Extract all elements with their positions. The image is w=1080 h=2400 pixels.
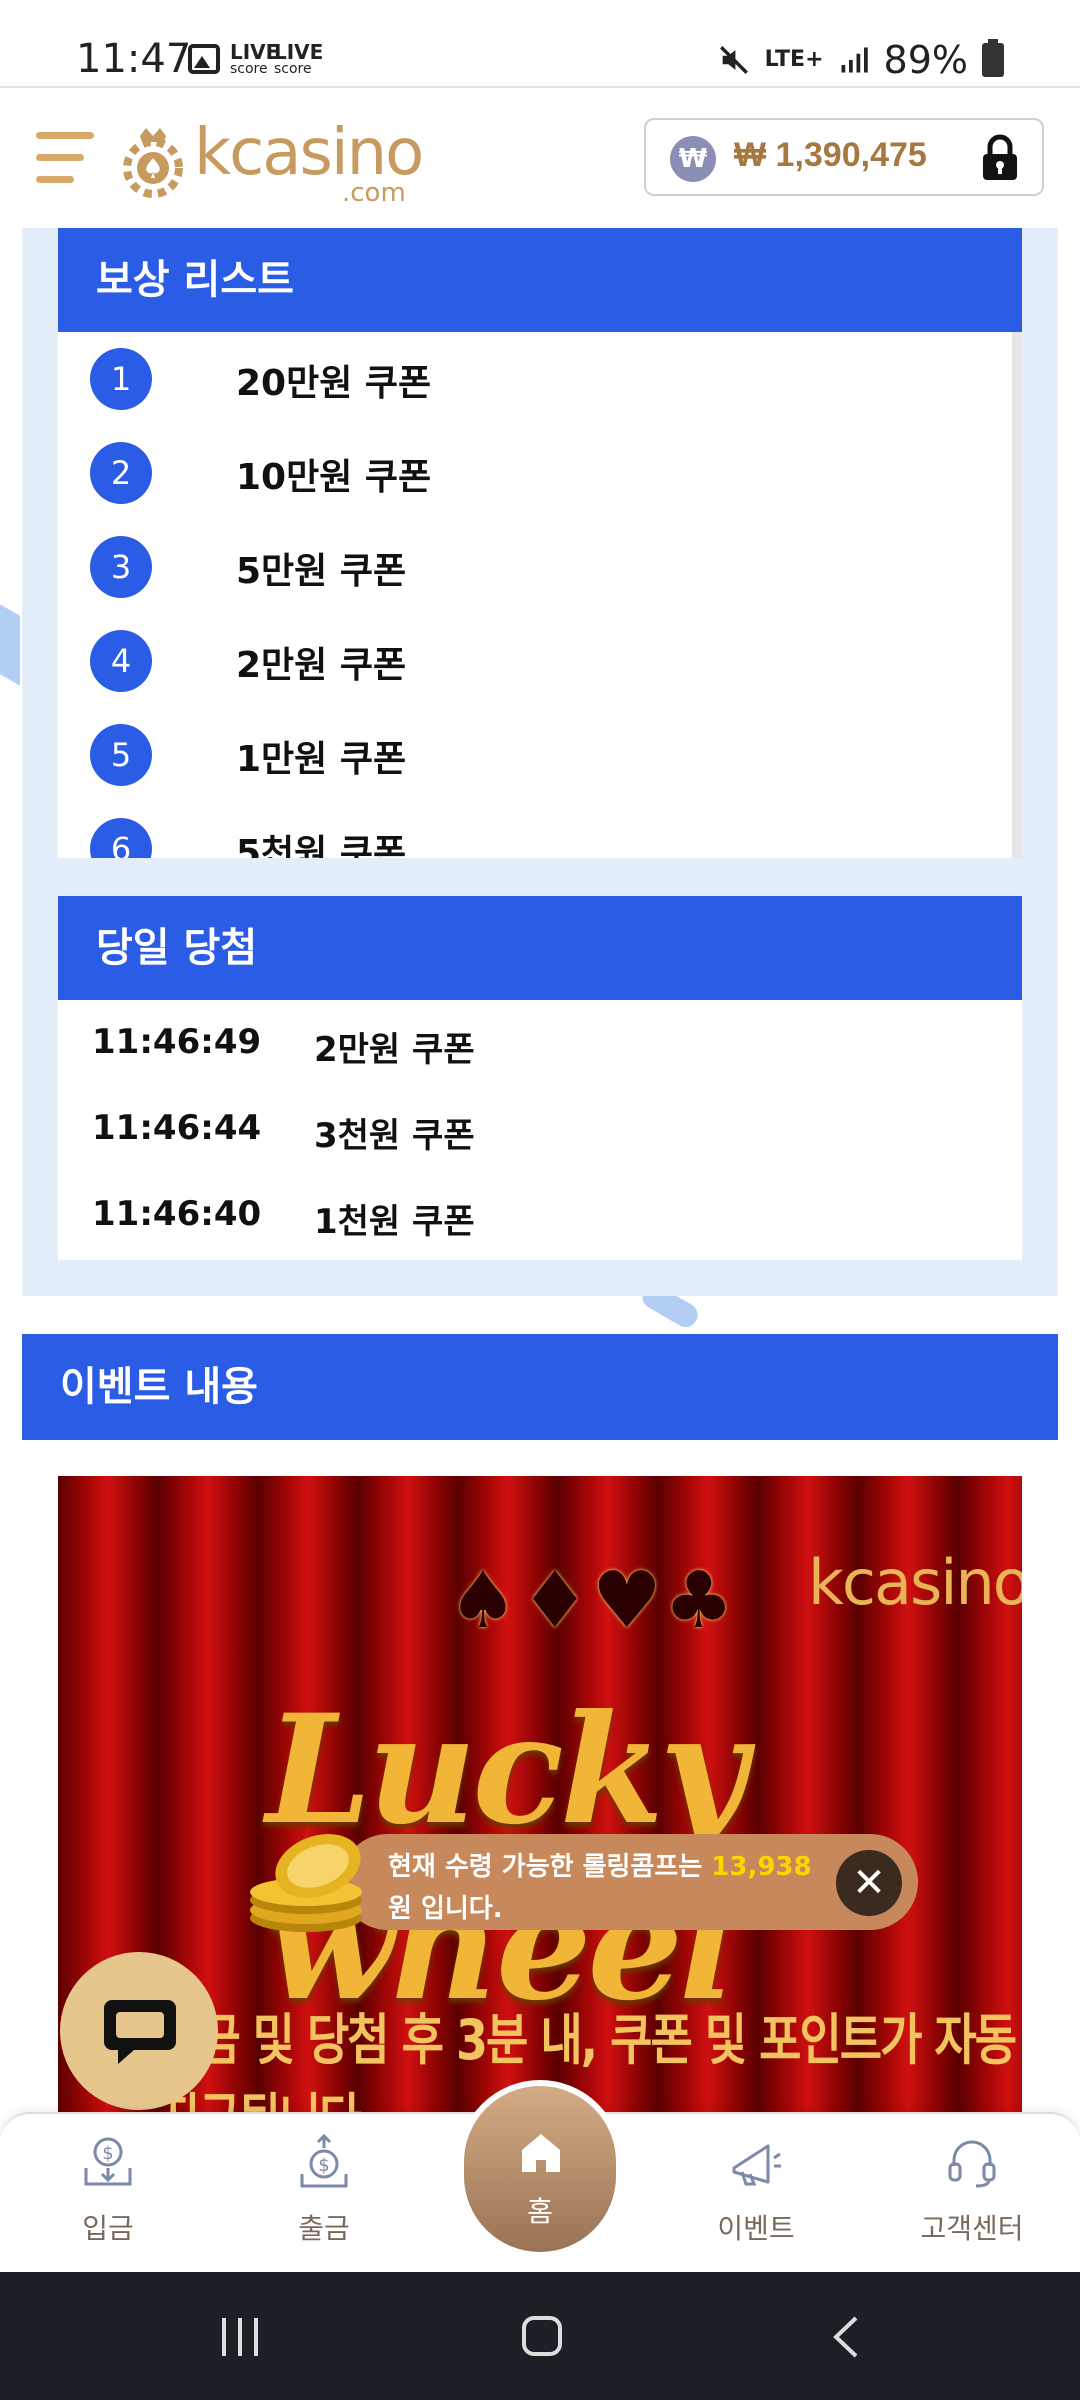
nav-event-label: 이벤트	[717, 2212, 795, 2245]
rolling-comp-toast: 현재 수령 가능한 롤링콤프는 13,938 원 입니다. ✕	[340, 1834, 918, 1930]
reward-rank: 1	[90, 348, 152, 410]
chat-bubble-icon	[104, 2000, 176, 2064]
reward-label: 20만원 쿠폰	[236, 363, 432, 404]
card-suits-icon: ♠♦♥♣	[448, 1556, 736, 1646]
livescore-bottom: score	[230, 61, 268, 77]
reward-list-title: 보상 리스트	[58, 228, 1022, 332]
reward-item: 5 1만원 쿠폰	[58, 708, 1012, 802]
winner-prize: 2만원 쿠폰	[314, 1030, 475, 1070]
reward-item: 3 5만원 쿠폰	[58, 520, 1012, 614]
nav-withdraw[interactable]: $ 출금	[254, 2133, 394, 2247]
livescore-notification-icon: LIVE score	[230, 42, 279, 76]
home-icon	[522, 2134, 560, 2172]
comp-message-line1: 현재 수령 가능한 롤링콤프는	[388, 1852, 703, 1882]
headset-icon	[948, 2140, 996, 2188]
reward-rank: 5	[90, 724, 152, 786]
decor-streak	[0, 604, 20, 686]
close-icon[interactable]: ✕	[836, 1850, 902, 1916]
gallery-notification-icon	[188, 44, 220, 74]
balance-display[interactable]: ₩ ₩ 1,390,475	[644, 118, 1044, 196]
battery-icon	[982, 39, 1004, 77]
reward-item: 1 20만원 쿠폰	[58, 332, 1012, 426]
winner-prize: 1천원 쿠폰	[314, 1202, 475, 1242]
status-bar: 11:47 LIVE score LIVE score LTE+ 89%	[0, 0, 1080, 88]
winner-time: 11:46:49	[92, 1022, 262, 1062]
event-section-title: 이벤트 내용	[22, 1334, 1058, 1440]
home-system-icon[interactable]	[520, 2314, 564, 2358]
winner-row: 11:46:49 2만원 쿠폰	[58, 1000, 1022, 1086]
reward-rank: 3	[90, 536, 152, 598]
reward-label: 2만원 쿠폰	[236, 645, 407, 686]
reward-rank: 6	[90, 818, 152, 858]
network-type: LTE+	[764, 47, 824, 72]
banner-logo: kcasino	[808, 1546, 1022, 1619]
recent-apps-icon[interactable]	[218, 2316, 262, 2358]
reward-rank: 2	[90, 442, 152, 504]
status-time: 11:47	[76, 36, 192, 82]
winner-time: 11:46:40	[92, 1194, 262, 1234]
reward-label: 1만원 쿠폰	[236, 739, 407, 780]
lock-icon[interactable]	[980, 134, 1020, 182]
comp-message-line2: 원 입니다.	[388, 1894, 503, 1924]
svg-text:$: $	[318, 2155, 329, 2176]
reward-item: 6 5천원 쿠폰	[58, 802, 1012, 858]
nav-event[interactable]: 이벤트	[686, 2134, 826, 2247]
won-icon: ₩	[670, 136, 716, 182]
logo-suffix: .com	[342, 178, 406, 208]
nav-deposit-label: 입금	[82, 2212, 134, 2245]
site-logo[interactable]: kcasino .com	[120, 118, 424, 208]
status-indicators: LTE+ 89%	[717, 36, 1004, 84]
reward-item: 2 10만원 쿠폰	[58, 426, 1012, 520]
reward-item: 4 2만원 쿠폰	[58, 614, 1012, 708]
reward-rank: 4	[90, 630, 152, 692]
svg-text:$: $	[102, 2143, 113, 2164]
mute-icon	[719, 46, 748, 74]
today-winners-title: 당일 당첨	[58, 896, 1022, 1000]
signal-icon	[841, 47, 868, 73]
comp-message: 현재 수령 가능한 롤링콤프는 13,938 원 입니다.	[388, 1846, 812, 1930]
chat-button[interactable]	[60, 1952, 218, 2110]
livescore-bottom: score	[274, 61, 312, 77]
livescore-top: LIVE	[274, 40, 324, 64]
nav-home-label: 홈	[527, 2195, 553, 2228]
reward-label: 5천원 쿠폰	[236, 833, 407, 858]
reward-label: 5만원 쿠폰	[236, 551, 407, 592]
menu-icon[interactable]	[36, 130, 94, 188]
winner-row: 11:46:40 1천원 쿠폰	[58, 1172, 1022, 1258]
nav-support-label: 고객센터	[920, 2212, 1024, 2245]
megaphone-icon	[732, 2144, 781, 2186]
winner-time: 11:46:44	[92, 1108, 262, 1148]
event-status-panel: 보상 리스트 1 20만원 쿠폰 2 10만원 쿠폰 3 5만원 쿠폰 4 2만…	[22, 228, 1058, 1296]
back-icon[interactable]	[828, 2314, 864, 2360]
comp-amount: 13,938	[711, 1852, 812, 1882]
app-header: kcasino .com ₩ ₩ 1,390,475	[0, 90, 1080, 228]
battery-percent: 89%	[883, 38, 968, 82]
system-navigation-bar	[0, 2272, 1080, 2400]
nav-home-button[interactable]: 홈	[458, 2080, 622, 2258]
livescore-top: LIVE	[230, 40, 280, 64]
reward-label: 10만원 쿠폰	[236, 457, 432, 498]
nav-deposit[interactable]: $ 입금	[38, 2134, 178, 2247]
balance-amount: ₩ 1,390,475	[734, 136, 927, 174]
reward-list-card: 보상 리스트 1 20만원 쿠폰 2 10만원 쿠폰 3 5만원 쿠폰 4 2만…	[58, 228, 1022, 858]
logo-chip-icon	[123, 128, 183, 198]
withdraw-icon: $	[300, 2133, 348, 2188]
reward-list[interactable]: 1 20만원 쿠폰 2 10만원 쿠폰 3 5만원 쿠폰 4 2만원 쿠폰 5 …	[58, 332, 1022, 858]
today-winners-card: 당일 당첨 11:46:49 2만원 쿠폰 11:46:44 3천원 쿠폰 11…	[58, 896, 1022, 1260]
nav-withdraw-label: 출금	[298, 2212, 350, 2245]
nav-support[interactable]: 고객센터	[902, 2134, 1042, 2247]
deposit-icon: $	[84, 2137, 132, 2186]
livescore-notification-icon: LIVE score	[274, 42, 323, 76]
gold-coins-icon	[250, 1834, 362, 1932]
winner-prize: 3천원 쿠폰	[314, 1116, 475, 1156]
winner-row: 11:46:44 3천원 쿠폰	[58, 1086, 1022, 1172]
